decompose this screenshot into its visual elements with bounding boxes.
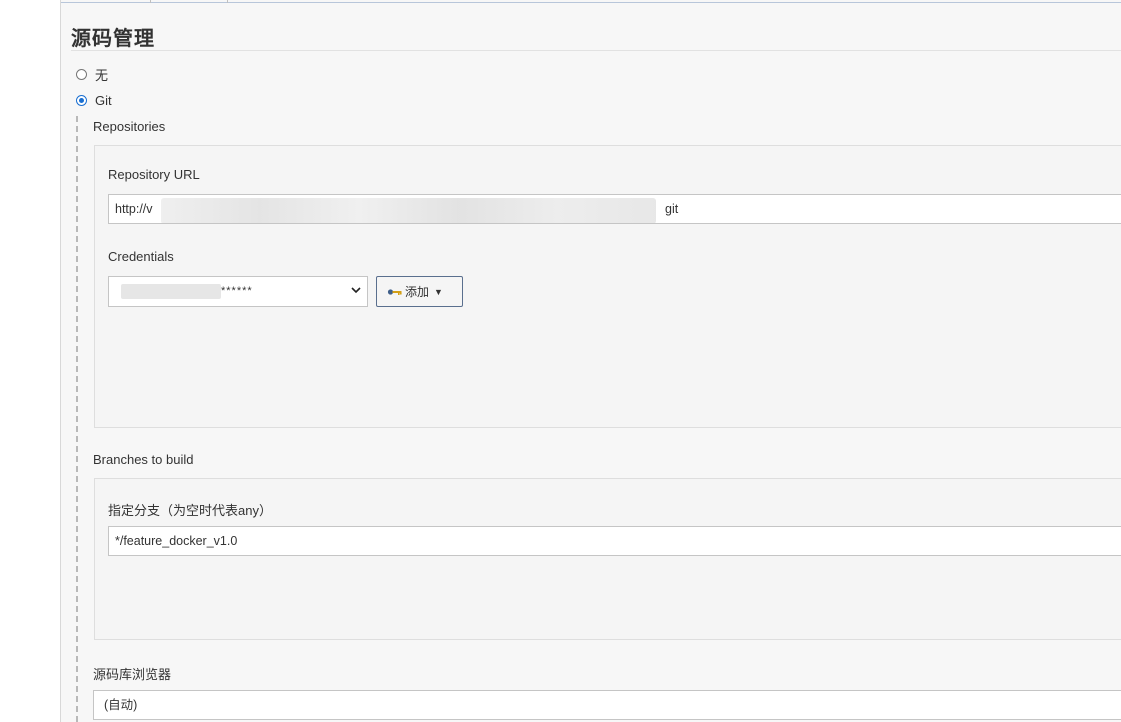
- caret-down-icon: ▼: [434, 286, 443, 297]
- radio-none-icon[interactable]: [76, 69, 87, 80]
- radio-git-icon[interactable]: [76, 95, 87, 106]
- key-icon: [387, 287, 403, 297]
- scm-option-label: Git: [95, 93, 112, 108]
- repository-browser-label: 源码库浏览器: [93, 667, 172, 682]
- branches-box: 指定分支（为空时代表any） */feature_docker_v1.0: [94, 478, 1121, 640]
- branch-specifier-label: 指定分支（为空时代表any）: [108, 503, 272, 518]
- credentials-selected-value: ******: [221, 285, 253, 297]
- credentials-select[interactable]: ******: [108, 276, 368, 307]
- repository-url-prefix: http://v: [115, 202, 153, 216]
- top-tab-strip: [61, 0, 1121, 3]
- redacted-url-blur: [161, 198, 656, 223]
- add-button-label: 添加: [405, 285, 430, 299]
- add-credentials-button[interactable]: 添加 ▼: [376, 276, 463, 307]
- title-divider: [71, 50, 1121, 51]
- left-gutter: [0, 0, 60, 722]
- chevron-down-icon: [351, 284, 361, 298]
- repository-box: Repository URL http://v git Credentials …: [94, 145, 1121, 428]
- redacted-credential-blur: [121, 284, 221, 299]
- tab-divider: [150, 0, 151, 3]
- repository-url-label: Repository URL: [108, 167, 200, 182]
- repository-browser-select[interactable]: (自动): [93, 690, 1121, 720]
- branch-specifier-input[interactable]: */feature_docker_v1.0: [108, 526, 1121, 556]
- repositories-heading: Repositories: [93, 119, 166, 134]
- repository-url-suffix: git: [665, 202, 679, 216]
- scm-option-label: 无: [95, 68, 109, 83]
- credentials-label: Credentials: [108, 249, 174, 264]
- scm-option-none[interactable]: 无: [76, 65, 108, 84]
- scm-option-git[interactable]: Git: [76, 93, 112, 108]
- branches-heading: Branches to build: [93, 452, 194, 467]
- tab-divider: [227, 0, 228, 3]
- git-section-indent-line: [76, 116, 78, 722]
- scm-config-panel: 源码管理 无 Git Repositories Repository URL h…: [60, 0, 1121, 722]
- section-title: 源码管理: [71, 28, 155, 50]
- repository-url-input[interactable]: http://v git: [108, 194, 1121, 224]
